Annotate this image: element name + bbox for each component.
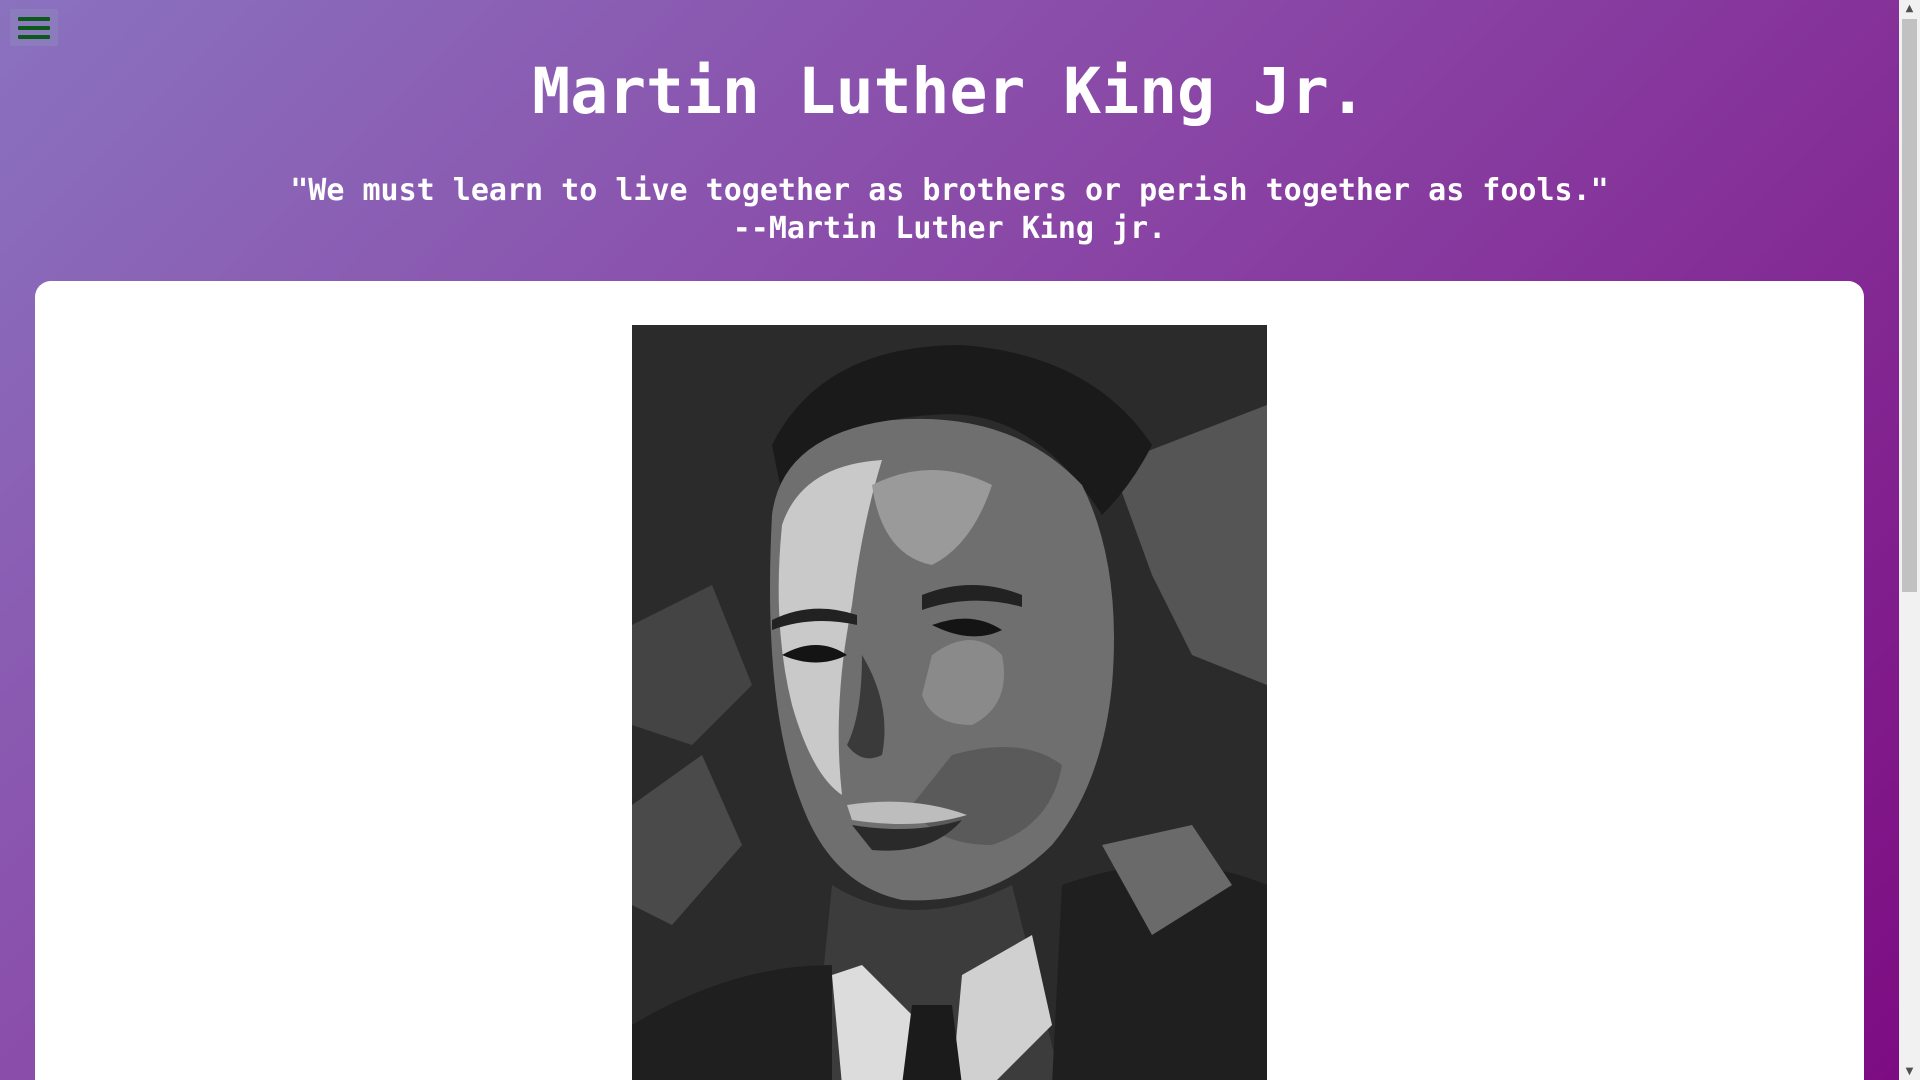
quote-attribution: --Martin Luther King jr.	[732, 211, 1167, 246]
scroll-up-arrow-icon[interactable]: ▲	[1899, 0, 1920, 17]
page-background: Martin Luther King Jr. "We must learn to…	[0, 0, 1899, 1080]
page-title: Martin Luther King Jr.	[532, 55, 1367, 128]
scroll-down-arrow-icon[interactable]: ▼	[1899, 1063, 1920, 1080]
quote-block: "We must learn to live together as broth…	[0, 172, 1899, 248]
vertical-scrollbar[interactable]: ▲ ▼	[1899, 0, 1920, 1080]
menu-icon-bar	[18, 34, 50, 39]
menu-icon-bar	[18, 25, 50, 30]
hamburger-menu-button[interactable]	[10, 9, 58, 46]
scrollbar-thumb[interactable]	[1902, 19, 1917, 592]
portrait-image	[632, 325, 1267, 1080]
menu-icon-bar	[18, 16, 50, 21]
quote-text: "We must learn to live together as broth…	[290, 173, 1609, 208]
content-card	[35, 281, 1864, 1080]
